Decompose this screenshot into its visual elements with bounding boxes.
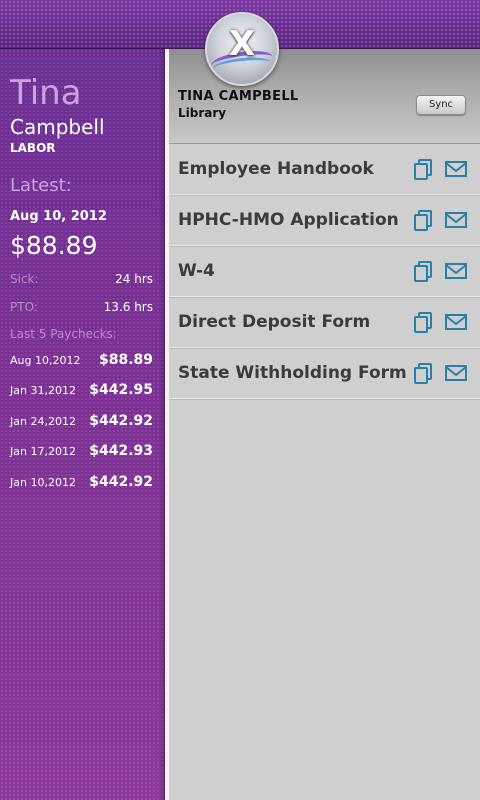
paycheck-row[interactable]: Jan 31,2012 $442.95 — [10, 382, 153, 398]
library-user-name: TINA CAMPBELL — [178, 89, 299, 104]
document-row[interactable]: W-4 — [169, 246, 480, 297]
email-envelope-icon[interactable] — [445, 364, 467, 382]
document-title: Employee Handbook — [178, 159, 374, 179]
document-title: HPHC-HMO Application — [178, 210, 399, 230]
paycheck-date: Jan 17,2012 — [10, 444, 76, 458]
document-title: State Withholding Form — [178, 363, 407, 383]
paycheck-row[interactable]: Aug 10,2012 $88.89 — [10, 352, 153, 368]
document-row[interactable]: Employee Handbook — [169, 144, 480, 195]
x-logo-icon: X — [205, 12, 279, 86]
latest-amount: $88.89 — [10, 231, 98, 260]
email-envelope-icon[interactable] — [445, 313, 467, 331]
copy-document-icon[interactable] — [413, 362, 435, 384]
paycheck-amount: $442.92 — [89, 413, 153, 429]
document-title: W-4 — [178, 261, 215, 281]
sick-value: 24 hrs — [115, 272, 153, 286]
document-row[interactable]: Direct Deposit Form — [169, 297, 480, 348]
paycheck-row[interactable]: Jan 24,2012 $442.92 — [10, 413, 153, 429]
latest-date: Aug 10, 2012 — [10, 209, 107, 224]
sick-label: Sick: — [10, 272, 39, 286]
copy-document-icon[interactable] — [413, 209, 435, 231]
paycheck-row[interactable]: Jan 17,2012 $442.93 — [10, 443, 153, 459]
logo-letter: X — [228, 24, 256, 64]
paycheck-row[interactable]: Jan 10,2012 $442.92 — [10, 474, 153, 490]
copy-document-icon[interactable] — [413, 311, 435, 333]
paycheck-amount: $88.89 — [98, 352, 153, 368]
last-name: Campbell — [10, 115, 105, 139]
document-row[interactable]: HPHC-HMO Application — [169, 195, 480, 246]
latest-label: Latest: — [10, 175, 72, 196]
copy-document-icon[interactable] — [413, 158, 435, 180]
pto-row: PTO: 13.6 hrs — [10, 300, 153, 314]
email-envelope-icon[interactable] — [445, 160, 467, 178]
first-name: Tina — [10, 73, 82, 113]
email-envelope-icon[interactable] — [445, 262, 467, 280]
paycheck-date: Jan 24,2012 — [10, 414, 76, 428]
paycheck-amount: $442.93 — [89, 443, 153, 459]
paycheck-date: Jan 31,2012 — [10, 383, 76, 397]
paychecks-label: Last 5 Paychecks: — [10, 327, 117, 341]
profile-sidebar: Tina Campbell LABOR Latest: Aug 10, 2012… — [0, 49, 169, 800]
paycheck-amount: $442.92 — [89, 474, 153, 490]
paycheck-date: Aug 10,2012 — [10, 353, 81, 367]
document-row[interactable]: State Withholding Form — [169, 348, 480, 399]
sync-button[interactable]: Sync — [416, 95, 466, 115]
library-panel: TINA CAMPBELL Library Sync Employee Hand… — [169, 49, 480, 800]
document-title: Direct Deposit Form — [178, 312, 371, 332]
paycheck-date: Jan 10,2012 — [10, 475, 76, 489]
pto-value: 13.6 hrs — [103, 300, 153, 314]
email-envelope-icon[interactable] — [445, 211, 467, 229]
sick-row: Sick: 24 hrs — [10, 272, 153, 286]
copy-document-icon[interactable] — [413, 260, 435, 282]
employee-role: LABOR — [10, 141, 56, 155]
pto-label: PTO: — [10, 300, 38, 314]
paycheck-amount: $442.95 — [89, 382, 153, 398]
library-title: Library — [178, 106, 227, 120]
